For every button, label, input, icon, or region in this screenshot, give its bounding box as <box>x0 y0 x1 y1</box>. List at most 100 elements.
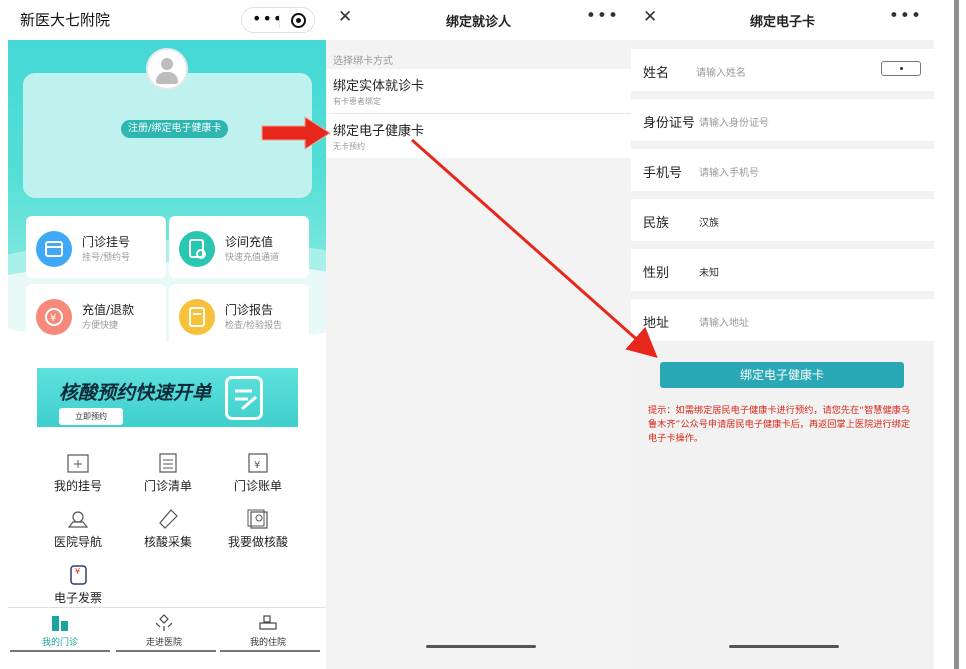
hospital-title: 新医大七附院 <box>20 11 111 29</box>
tab-visit-hospital[interactable]: 走进医院 <box>112 614 216 648</box>
tab-label: 我的住院 <box>249 638 286 648</box>
id-number-field-row[interactable]: 身份证号 请输入身份证号 <box>631 99 934 141</box>
option-subtitle: 无卡预约 <box>333 142 365 151</box>
tab-divider <box>116 650 216 652</box>
menu-nucleic-collection[interactable]: 核酸采集 <box>123 509 213 550</box>
tab-divider <box>10 650 110 652</box>
bind-electronic-card-option[interactable]: 绑定电子健康卡 无卡预约 <box>326 114 631 158</box>
yuan-icon: ¥ <box>36 299 72 335</box>
gender-field-row[interactable]: 性别 未知 <box>631 249 934 291</box>
menu-do-nucleic-test[interactable]: 我要做核酸 <box>213 509 303 550</box>
address-label: 地址 <box>643 316 670 331</box>
phone-input[interactable]: 请输入手机号 <box>699 164 759 179</box>
nucleic-acid-banner[interactable]: 核酸预约快速开单 立即预约 <box>37 368 298 427</box>
menu-outpatient-bill[interactable]: ¥ 门诊账单 <box>213 453 303 494</box>
menu-label: 核酸采集 <box>143 535 192 549</box>
ethnicity-label: 民族 <box>643 216 670 231</box>
more-icon[interactable]: ••• <box>889 6 922 26</box>
grid-subtitle: 快速充值通道 <box>225 253 280 263</box>
address-field-row[interactable]: 地址 请输入地址 <box>631 299 934 341</box>
tab-my-inpatient[interactable]: 我的住院 <box>216 614 320 648</box>
home-indicator <box>729 645 839 648</box>
calendar-icon <box>36 231 72 267</box>
menu-label: 我要做核酸 <box>227 535 288 549</box>
keyboard-icon[interactable] <box>881 61 921 76</box>
mini-program-capsule[interactable]: ••• <box>241 7 315 33</box>
tab-label: 我的门诊 <box>41 638 78 648</box>
grid-title: 充值/退款 <box>82 303 135 317</box>
grid-subtitle: 方便快捷 <box>82 321 119 331</box>
section-label: 选择绑卡方式 <box>333 56 393 67</box>
bind-health-card-button[interactable]: 绑定电子健康卡 <box>660 362 904 388</box>
grid-card-report[interactable]: 门诊报告 检查/检验报告 <box>169 284 309 346</box>
menu-hospital-navigation[interactable]: 医院导航 <box>33 509 123 550</box>
avatar-icon[interactable] <box>146 48 188 90</box>
expand-icon <box>155 614 173 631</box>
bind-ecard-header: ✕ 绑定电子卡 ••• <box>631 0 934 40</box>
menu-label: 门诊清单 <box>143 479 192 493</box>
scrollbar-track[interactable] <box>934 0 966 669</box>
menu-label: 电子发票 <box>53 591 102 605</box>
bind-patient-header: ✕ 绑定就诊人 ••• <box>326 0 631 40</box>
option-title: 绑定电子健康卡 <box>333 124 425 139</box>
home-screen: 新医大七附院 ••• 注册/绑定电子健康卡 门诊挂号 挂号/预约号 诊间充值 快… <box>8 0 326 669</box>
register-bind-card-button[interactable]: 注册/绑定电子健康卡 <box>121 120 229 138</box>
invoice-icon: ¥ <box>70 565 87 585</box>
calendar-plus-icon <box>67 454 89 473</box>
hospital-building-icon <box>52 616 68 631</box>
person-card-icon <box>247 509 268 529</box>
grid-card-registration[interactable]: 门诊挂号 挂号/预约号 <box>26 216 166 278</box>
test-tube-icon <box>159 509 178 529</box>
ethnicity-select[interactable]: 汉族 <box>699 214 719 229</box>
option-subtitle: 有卡患者绑定 <box>333 97 381 106</box>
bind-patient-screen: ✕ 绑定就诊人 ••• 选择绑卡方式 绑定实体就诊卡 有卡患者绑定 绑定电子健康… <box>326 0 631 669</box>
id-number-label: 身份证号 <box>643 116 696 131</box>
grid-card-refund[interactable]: ¥ 充值/退款 方便快捷 <box>26 284 166 346</box>
tip-text: 提示：如需绑定居民电子健康卡进行预约，请您先在“智慧健康乌鲁木齐”公众号申请居民… <box>648 405 911 444</box>
grid-card-recharge[interactable]: 诊间充值 快速充值通道 <box>169 216 309 278</box>
book-now-button[interactable]: 立即预约 <box>59 408 123 425</box>
list-icon <box>159 453 177 473</box>
gender-select[interactable]: 未知 <box>699 264 719 279</box>
home-indicator <box>426 645 536 648</box>
phone-field-row[interactable]: 手机号 请输入手机号 <box>631 149 934 191</box>
menu-outpatient-list[interactable]: 门诊清单 <box>123 453 213 494</box>
search-document-icon <box>179 231 215 267</box>
svg-text:¥: ¥ <box>75 567 80 576</box>
option-title: 绑定实体就诊卡 <box>333 79 425 94</box>
more-icon[interactable]: ••• <box>586 6 619 26</box>
tab-my-outpatient[interactable]: 我的门诊 <box>8 614 112 648</box>
scrollbar-thumb[interactable] <box>954 0 959 669</box>
phone-label: 手机号 <box>643 166 683 181</box>
menu-label: 医院导航 <box>53 535 102 549</box>
svg-text:¥: ¥ <box>254 460 260 471</box>
menu-my-registration[interactable]: 我的挂号 <box>33 453 123 494</box>
bill-icon: ¥ <box>248 453 268 473</box>
close-mini-program-icon[interactable] <box>291 13 306 28</box>
name-label: 姓名 <box>643 66 670 81</box>
id-number-input[interactable]: 请输入身份证号 <box>699 114 769 129</box>
bed-icon <box>259 615 277 630</box>
banner-title: 核酸预约快速开单 <box>59 382 212 404</box>
grid-subtitle: 挂号/预约号 <box>82 253 131 263</box>
name-input[interactable]: 请输入姓名 <box>696 64 746 79</box>
svg-text:¥: ¥ <box>50 313 56 324</box>
menu-label: 门诊账单 <box>233 479 282 493</box>
tab-label: 走进医院 <box>145 638 182 648</box>
capsule-divider <box>279 14 280 28</box>
map-pin-icon <box>67 511 89 528</box>
menu-label: 我的挂号 <box>53 479 102 493</box>
ethnicity-field-row[interactable]: 民族 汉族 <box>631 199 934 241</box>
grid-title: 门诊挂号 <box>82 235 131 249</box>
grid-subtitle: 检查/检验报告 <box>225 321 283 331</box>
bind-physical-card-option[interactable]: 绑定实体就诊卡 有卡患者绑定 <box>326 69 631 113</box>
document-edit-icon <box>225 376 263 420</box>
grid-title: 诊间充值 <box>225 235 274 249</box>
grid-title: 门诊报告 <box>225 303 274 317</box>
service-menu: 我的挂号 门诊清单 ¥ 门诊账单 医院导航 核酸采集 我要做核酸 ¥ 电子发票 <box>23 441 313 607</box>
menu-e-invoice[interactable]: ¥ 电子发票 <box>33 565 123 606</box>
home-header: 新医大七附院 ••• <box>8 0 326 40</box>
address-input[interactable]: 请输入地址 <box>699 314 749 329</box>
name-field-row[interactable]: 姓名 请输入姓名 <box>631 49 934 91</box>
bind-ecard-screen: ✕ 绑定电子卡 ••• 姓名 请输入姓名 身份证号 请输入身份证号 手机号 请输… <box>631 0 934 669</box>
